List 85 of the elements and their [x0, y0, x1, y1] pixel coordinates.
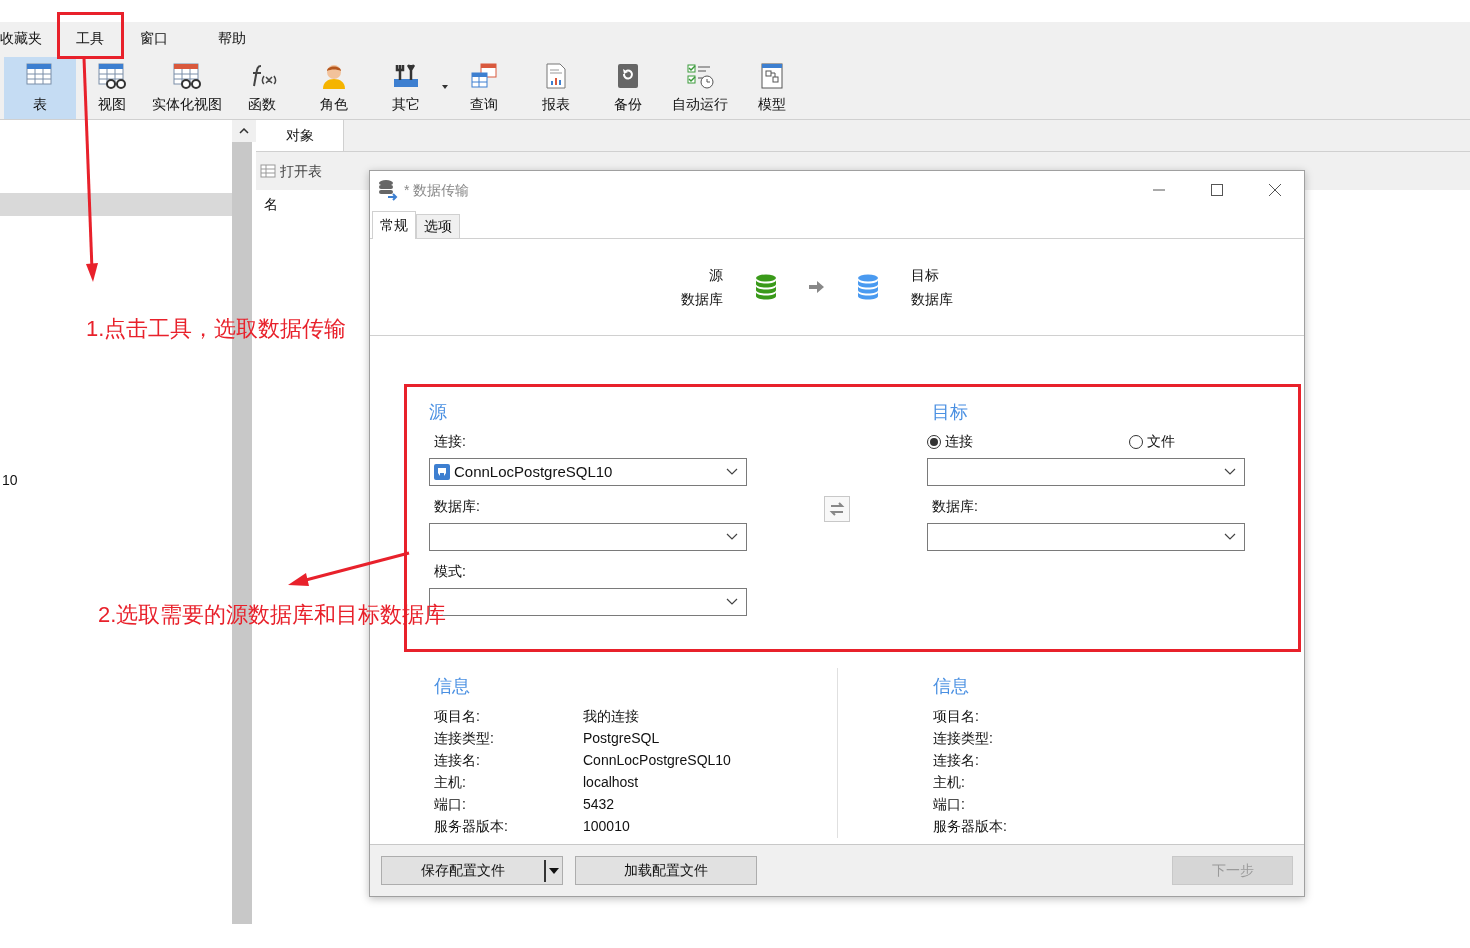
menu-item[interactable]: 帮助 — [206, 27, 258, 49]
info-value: 我的连接 — [583, 706, 639, 726]
split-button[interactable]: 保存配置文件 — [381, 856, 563, 885]
info-label: 主机: — [434, 772, 467, 792]
caret-icon — [549, 867, 559, 874]
info-value: localhost — [583, 772, 639, 792]
scroll-up-icon[interactable] — [239, 128, 249, 134]
field-label: 模式: — [434, 562, 467, 581]
window-title: * 数据传输 — [404, 180, 470, 200]
radio-option[interactable]: 文件 — [1129, 431, 1175, 452]
toolbar-button[interactable]: 自动运行 — [664, 57, 736, 119]
chevron-down-icon — [1224, 468, 1236, 476]
database-icon — [755, 274, 777, 300]
tree-item-text[interactable]: 10 — [2, 470, 232, 491]
chevron-down-icon — [1224, 533, 1236, 541]
info-value: 100010 — [583, 816, 630, 836]
source-label: 数据库 — [681, 290, 723, 309]
caret-icon[interactable] — [442, 85, 448, 89]
dropdown-field[interactable] — [429, 523, 747, 551]
info-heading: 信息 — [933, 674, 970, 698]
info-label: 端口: — [434, 794, 467, 814]
toolbar-button[interactable]: 其它 — [370, 57, 442, 119]
query-icon — [469, 61, 499, 90]
info-label: 项目名: — [434, 706, 481, 726]
field-label: 数据库: — [932, 497, 979, 516]
elephant-icon — [434, 464, 450, 480]
toolbar-button[interactable]: 实体化视图 — [148, 57, 226, 119]
info-label: 连接名: — [933, 750, 980, 770]
toolbar-button[interactable]: 查询 — [448, 57, 520, 119]
toolbar-button[interactable]: 模型 — [736, 57, 808, 119]
maximize-icon — [1211, 184, 1223, 196]
target-label: 目标 — [911, 266, 939, 285]
target-label: 数据库 — [911, 290, 953, 309]
info-label: 项目名: — [933, 706, 980, 726]
info-label: 端口: — [933, 794, 966, 814]
section-heading: 目标 — [932, 400, 969, 424]
swap-arrows-icon — [829, 502, 845, 516]
info-value: PostgreSQL — [583, 728, 660, 748]
dropdown-field[interactable] — [927, 523, 1245, 551]
annotation-text: 1.点击工具，选取数据传输 — [86, 315, 347, 343]
field-label: 连接: — [434, 432, 467, 451]
chevron-down-icon — [726, 598, 738, 606]
toolbar-button[interactable]: 函数 — [226, 57, 298, 119]
info-label: 主机: — [933, 772, 966, 792]
info-label: 连接类型: — [434, 728, 495, 748]
chevron-down-icon — [726, 533, 738, 541]
swap-button[interactable] — [824, 496, 850, 522]
tab[interactable]: 常规 — [372, 211, 416, 239]
toolbar-button[interactable]: 备份 — [592, 57, 664, 119]
dropdown-field[interactable]: ConnLocPostgreSQL10 — [429, 458, 747, 486]
info-label: 服务器版本: — [434, 816, 509, 836]
chevron-down-icon — [726, 468, 738, 476]
object-tab[interactable]: 对象 — [256, 120, 344, 151]
database-icon — [857, 274, 879, 300]
highlight-frame — [57, 12, 124, 59]
toolbar-button[interactable]: 报表 — [520, 57, 592, 119]
column-header: 名 — [264, 195, 279, 214]
table-glasses-icon — [172, 61, 202, 90]
radio-option[interactable]: 连接 — [927, 431, 973, 452]
info-label: 服务器版本: — [933, 816, 1008, 836]
toolbar-button[interactable]: 角色 — [298, 57, 370, 119]
menu-item[interactable]: 工具 — [64, 27, 116, 49]
menu-item[interactable]: 收藏夹 — [0, 27, 54, 49]
database-transfer-icon — [378, 179, 398, 201]
close-icon — [1269, 184, 1281, 196]
toolbar-button[interactable]: 表 — [4, 57, 76, 119]
source-label: 源 — [709, 266, 723, 285]
menu-item[interactable]: 窗口 — [128, 27, 180, 49]
field-label: 数据库: — [434, 497, 481, 516]
info-value: ConnLocPostgreSQL10 — [583, 750, 731, 770]
table-glasses-icon — [97, 61, 127, 90]
checklist-clock-icon — [685, 61, 715, 90]
info-label: 连接名: — [434, 750, 481, 770]
dropdown-field[interactable] — [927, 458, 1245, 486]
info-heading: 信息 — [434, 674, 471, 698]
info-value: 5432 — [583, 794, 615, 814]
tab[interactable]: 选项 — [416, 214, 460, 238]
info-label: 连接类型: — [933, 728, 994, 748]
minimize-icon — [1153, 189, 1165, 191]
toolbar-button[interactable]: 视图 — [76, 57, 148, 119]
section-heading: 源 — [429, 400, 448, 424]
dialog-button[interactable]: 加载配置文件 — [575, 856, 757, 885]
arrow-right-icon — [809, 280, 825, 294]
table-icon — [260, 164, 276, 178]
toolbar-button[interactable]: 打开表 — [260, 160, 322, 182]
